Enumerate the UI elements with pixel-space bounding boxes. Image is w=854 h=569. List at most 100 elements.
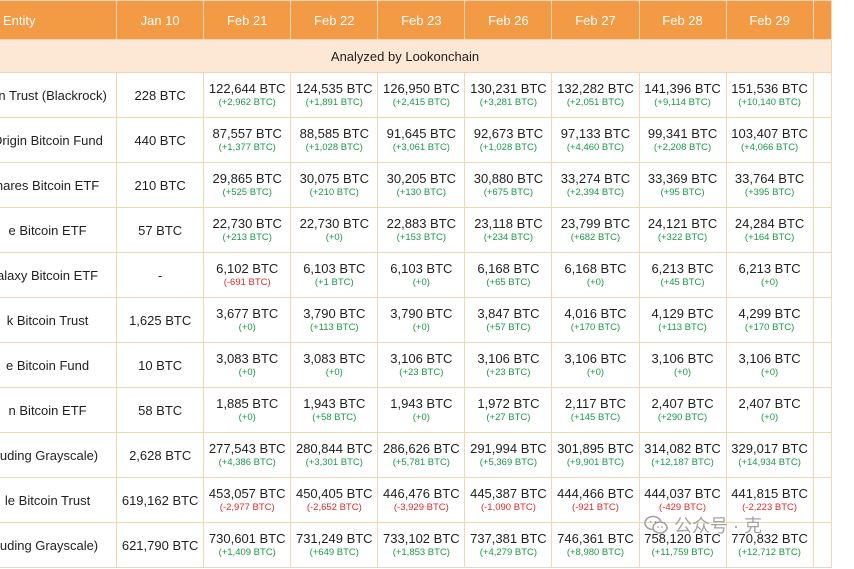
entity-name: luding Grayscale) [0, 537, 99, 553]
holding-value: 33,764 BTC [734, 171, 805, 187]
holding-value: 737,381 BTC [470, 531, 547, 547]
holding-value: 2,117 BTC [564, 396, 627, 412]
jan10-value: 57 BTC [116, 207, 205, 253]
holding-change: (+12,712 BTC) [738, 547, 801, 559]
next-column-cell [812, 522, 833, 568]
holding-change: (+210 BTC) [309, 187, 359, 199]
holding-change: (+5,369 BTC) [479, 457, 538, 469]
holding-change: (+1,028 BTC) [479, 142, 538, 154]
holding-cell: 446,476 BTC (-3,929 BTC) [377, 477, 466, 523]
holding-change: (+0) [586, 367, 605, 379]
next-column-cell [812, 117, 833, 163]
holding-value: 731,249 BTC [295, 531, 373, 547]
holding-cell: 746,361 BTC (+8,980 BTC) [551, 522, 640, 568]
holding-value: 3,677 BTC [216, 306, 279, 322]
holding-change: (+322 BTC) [657, 232, 708, 244]
holding-change: (+213 BTC) [222, 232, 272, 244]
holding-value: 6,103 BTC [390, 261, 453, 277]
next-column-cell [812, 432, 833, 478]
holding-change: (-2,652 BTC) [306, 502, 362, 514]
holding-cell: 91,645 BTC (+3,061 BTC) [377, 117, 466, 163]
holding-cell: 29,865 BTC (+525 BTC) [203, 162, 292, 208]
holding-value: 132,282 BTC [557, 81, 634, 97]
holding-cell: 6,102 BTC (-691 BTC) [203, 252, 292, 298]
holding-cell: 291,994 BTC (+5,369 BTC) [464, 432, 553, 478]
next-column-cell [812, 72, 833, 118]
holding-value: 88,585 BTC [299, 126, 369, 142]
entity-name: e Bitcoin ETF [8, 222, 87, 238]
holding-change: (+3,301 BTC) [305, 457, 363, 469]
entity-cell: alaxy Bitcoin ETF [0, 252, 118, 298]
holding-cell: 277,543 BTC (+4,386 BTC) [203, 432, 292, 478]
holding-cell: 4,016 BTC (+170 BTC) [551, 297, 640, 343]
column-header: Entity [0, 0, 118, 40]
column-header: Feb 23 [377, 0, 466, 40]
holding-value: 3,083 BTC [303, 351, 366, 367]
holding-value: 22,730 BTC [212, 216, 282, 232]
holding-value: 446,476 BTC [383, 486, 460, 502]
holding-value: 6,213 BTC [738, 261, 801, 277]
holding-value: 122,644 BTC [208, 81, 286, 97]
holding-cell: 2,407 BTC (+0) [725, 387, 814, 433]
watermark: 公众号 · 克 [644, 512, 762, 538]
next-column-cell [812, 342, 833, 388]
entity-name: luding Grayscale) [0, 447, 99, 463]
holding-cell: 444,466 BTC (-921 BTC) [551, 477, 640, 523]
holding-cell: 24,121 BTC (+322 BTC) [638, 207, 727, 253]
entity-cell: hares Bitcoin ETF [0, 162, 118, 208]
holding-cell: 23,118 BTC (+234 BTC) [464, 207, 553, 253]
holding-cell: 4,129 BTC (+113 BTC) [638, 297, 727, 343]
holding-value: 291,994 BTC [470, 441, 547, 457]
holding-value: 314,082 BTC [644, 441, 721, 457]
holding-cell: 22,730 BTC (+0) [290, 207, 379, 253]
entity-name: le Bitcoin Trust [4, 492, 91, 508]
table-body: oin Trust (Blackrock) 228 BTC 122,644 BTC(… [0, 72, 833, 568]
jan10-value: 440 BTC [116, 117, 205, 163]
holding-cell: 88,585 BTC (+1,028 BTC) [290, 117, 379, 163]
holding-cell: 329,017 BTC (+14,934 BTC) [725, 432, 814, 478]
holding-value: 1,943 BTC [390, 396, 453, 412]
holding-change: (+1 BTC) [314, 277, 354, 289]
holding-cell: 3,106 BTC (+23 BTC) [464, 342, 553, 388]
entity-cell: Origin Bitcoin Fund [0, 117, 118, 163]
holding-value: 733,102 BTC [383, 531, 460, 547]
holding-cell: 126,950 BTC (+2,415 BTC) [377, 72, 466, 118]
holding-value: 4,129 BTC [651, 306, 714, 322]
holding-cell: 6,168 BTC (+0) [551, 252, 640, 298]
holding-change: (+58 BTC) [312, 412, 357, 424]
holding-cell: 30,205 BTC (+130 BTC) [377, 162, 466, 208]
holding-value: 33,274 BTC [560, 171, 631, 187]
entity-name: n Bitcoin ETF [8, 402, 87, 418]
holding-cell: 30,880 BTC (+675 BTC) [464, 162, 553, 208]
holding-change: (+2,415 BTC) [392, 97, 450, 109]
entity-name: Origin Bitcoin Fund [0, 132, 103, 148]
holding-value: 2,407 BTC [738, 396, 801, 412]
holding-value: 33,369 BTC [647, 171, 718, 187]
holding-cell: 286,626 BTC (+5,781 BTC) [377, 432, 466, 478]
holding-value: 730,601 BTC [208, 531, 286, 547]
holding-change: (+4,066 BTC) [740, 142, 799, 154]
holding-cell: 6,103 BTC (+1 BTC) [290, 252, 379, 298]
holding-value: 444,037 BTC [644, 486, 721, 502]
holding-value: 453,057 BTC [208, 486, 286, 502]
holding-value: 23,118 BTC [474, 216, 543, 232]
holding-change: (+57 BTC) [486, 322, 531, 334]
entity-name: oin Trust (Blackrock) [0, 87, 107, 103]
holding-cell: 22,883 BTC (+153 BTC) [377, 207, 466, 253]
holding-cell: 3,106 BTC (+0) [725, 342, 814, 388]
holding-value: 329,017 BTC [731, 441, 808, 457]
holding-change: (+5,781 BTC) [392, 457, 450, 469]
holding-value: 286,626 BTC [383, 441, 460, 457]
holding-value: 29,865 BTC [212, 171, 282, 187]
holding-cell: 450,405 BTC (-2,652 BTC) [290, 477, 379, 523]
holding-change: (+11,759 BTC) [651, 547, 714, 559]
holding-change: (+525 BTC) [222, 187, 272, 199]
next-column-cell [812, 477, 833, 523]
holding-change: (-3,929 BTC) [393, 502, 449, 514]
table-row: e Bitcoin ETF 57 BTC 22,730 BTC (+213 BTC) 2… [0, 207, 833, 253]
jan10-value: 1,625 BTC [116, 297, 205, 343]
holding-cell: 314,082 BTC (+12,187 BTC) [638, 432, 727, 478]
holding-change: (+1,409 BTC) [218, 547, 276, 559]
entity-cell: k Bitcoin Trust [0, 297, 118, 343]
holding-change: (+4,279 BTC) [479, 547, 538, 559]
